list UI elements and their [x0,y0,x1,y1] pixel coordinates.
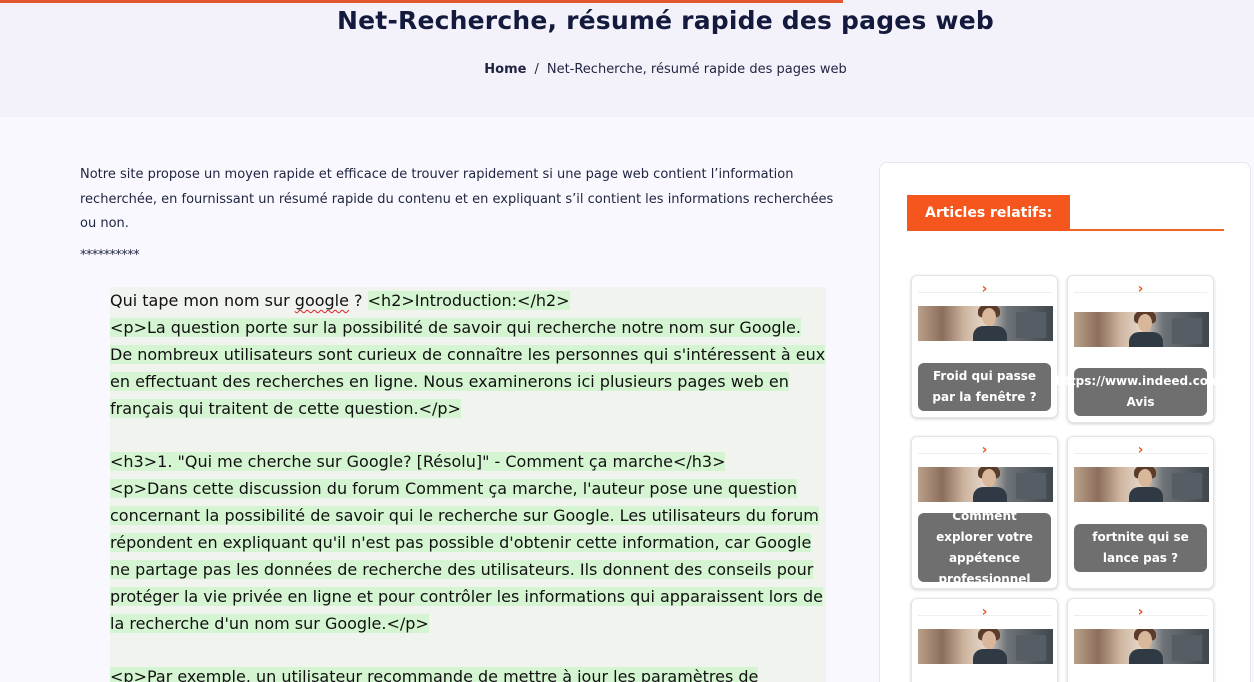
article-caption[interactable]: Froid qui passe par la fenêtre ? [918,363,1051,411]
chevron-right-icon: › [981,442,988,458]
related-article-card[interactable]: › [911,598,1058,682]
paragraph-1: <p>La question porte sur la possibilité … [110,314,826,422]
h2-introduction: <h2>Introduction:</h2> [367,291,570,310]
intro-text: Notre site propose un moyen rapide et ef… [80,167,834,231]
related-article-card[interactable]: › https://www.indeed.com: Avis [1056,275,1225,423]
paragraph-2: <p>Dans cette discussion du forum Commen… [110,475,826,637]
scroll-progress-bar [0,0,843,3]
article-body: Qui tape mon nom sur google ? <h2>Introd… [110,287,826,682]
article-thumbnail [918,467,1053,502]
related-articles-heading: Articles relatifs: [907,195,1224,231]
divider [1074,453,1207,454]
chevron-right-icon: › [1137,281,1144,297]
article-caption[interactable]: https://www.indeed.com: Avis [1056,368,1225,416]
divider [1074,292,1207,293]
breadcrumb-separator: / [534,62,539,77]
divider [1074,615,1207,616]
related-articles-sidebar: Articles relatifs: › Froid qui passe par… [879,162,1251,682]
divider [918,453,1051,454]
article-query-line: Qui tape mon nom sur google ? <h2>Introd… [110,287,826,314]
article-caption[interactable]: Comment explorer votre appétence profess… [918,509,1051,586]
breadcrumb-current: Net-Recherche, résumé rapide des pages w… [546,62,847,77]
article-thumbnail [918,629,1053,664]
query-word: google [294,291,349,310]
paragraph-2-text: <p>Dans cette discussion du forum Commen… [110,479,823,633]
related-article-card[interactable]: › fortnite qui se lance pas ? [1067,436,1214,589]
related-article-card[interactable]: › [1067,598,1214,682]
divider [918,615,1051,616]
related-articles-title: Articles relatifs: [907,195,1071,231]
divider [918,292,1051,293]
related-article-card[interactable]: › Comment explorer votre appétence profe… [911,436,1058,589]
article-thumbnail [1074,467,1209,502]
query-suffix: ? [348,291,368,310]
article-thumbnail [1074,629,1209,664]
article-caption[interactable]: fortnite qui se lance pas ? [1074,524,1207,572]
heading-3-1: <h3>1. "Qui me cherche sur Google? [Réso… [110,448,826,475]
chevron-right-icon: › [1137,604,1144,620]
query-prefix: Qui tape mon nom sur [110,291,295,310]
paragraph-1-text: <p>La question porte sur la possibilité … [110,318,826,418]
heading-3-1-text: <h3>1. "Qui me cherche sur Google? [Réso… [110,452,726,471]
article-thumbnail [918,306,1053,341]
chevron-right-icon: › [981,604,988,620]
related-article-card[interactable]: › Froid qui passe par la fenêtre ? [911,275,1058,418]
chevron-right-icon: › [1137,442,1144,458]
separator-stars: ********** [80,248,140,263]
paragraph-3: <p>Par exemple, un utilisateur recommand… [110,663,826,682]
paragraph-3-text: <p>Par exemple, un utilisateur recommand… [110,667,759,682]
page-title: Net-Recherche, résumé rapide des pages w… [337,6,994,35]
article-thumbnail [1074,312,1209,347]
breadcrumb: Home / Net-Recherche, résumé rapide des pa… [0,62,1254,77]
breadcrumb-home-link[interactable]: Home [484,62,526,77]
chevron-right-icon: › [981,281,988,297]
